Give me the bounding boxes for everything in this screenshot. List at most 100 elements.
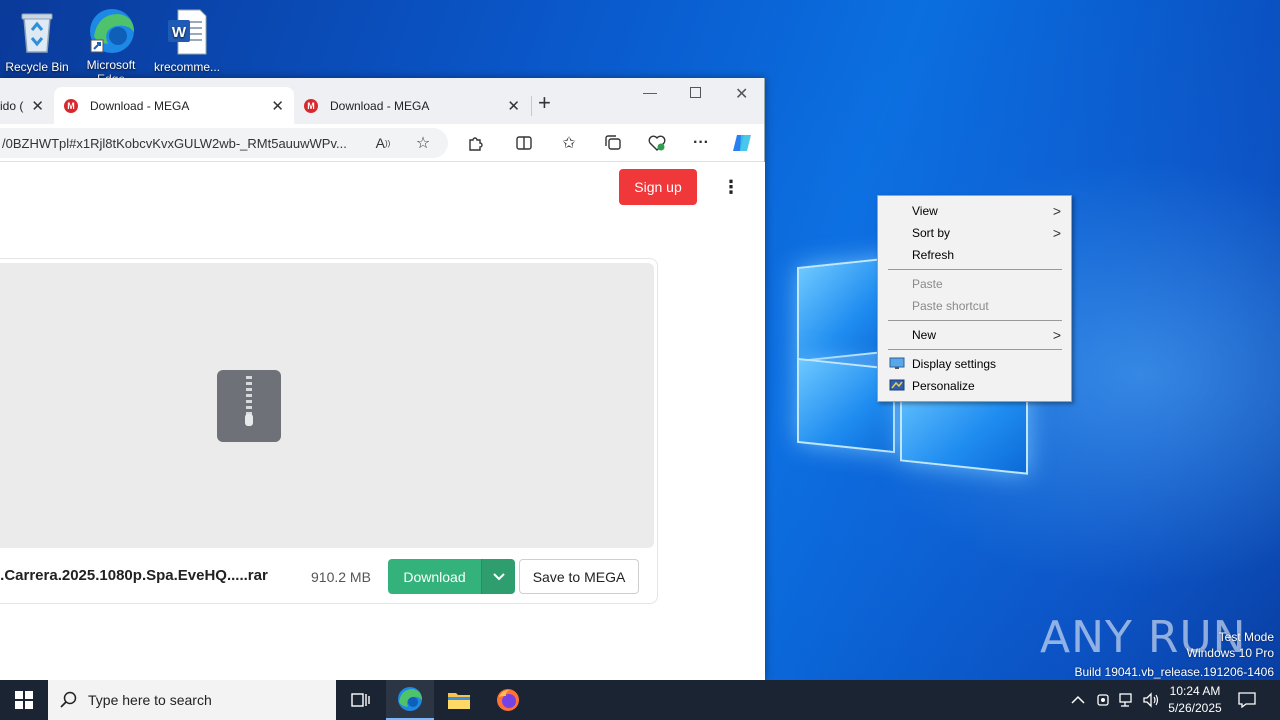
svg-text:W: W xyxy=(172,24,187,41)
folder-icon xyxy=(448,693,470,709)
file-size: 910.2 MB xyxy=(311,569,371,585)
tray-chevron-up-icon[interactable] xyxy=(1071,680,1085,720)
menu-item-display-settings[interactable]: Display settings xyxy=(880,353,1069,375)
watermark-build: Build 19041.vb_release.191206-1406 xyxy=(1074,665,1275,679)
menu-item-label: Display settings xyxy=(912,357,997,371)
read-aloud-icon[interactable]: A)) xyxy=(372,132,394,154)
favorite-star-icon[interactable]: ☆ xyxy=(412,132,434,154)
menu-item-sort-by[interactable]: Sort by > xyxy=(880,222,1069,244)
file-preview xyxy=(0,263,654,548)
search-icon xyxy=(60,691,78,712)
menu-item-new[interactable]: New > xyxy=(880,324,1069,346)
tray-device-icon[interactable] xyxy=(1095,680,1111,720)
mega-logo-icon: M xyxy=(64,98,78,113)
menu-item-label: Paste shortcut xyxy=(912,299,989,313)
chevron-right-icon: > xyxy=(1052,225,1061,241)
menu-separator xyxy=(888,349,1062,350)
word-document-icon: W xyxy=(164,8,210,56)
task-view-icon xyxy=(351,693,370,707)
taskbar-search-box[interactable]: Type here to search xyxy=(48,680,336,720)
menu-item-personalize[interactable]: Personalize xyxy=(880,375,1069,397)
desktop-context-menu: View > Sort by > Refresh Paste Paste sho… xyxy=(877,195,1072,402)
edge-icon xyxy=(88,6,134,54)
save-to-mega-button[interactable]: Save to MEGA xyxy=(519,559,639,594)
windows-logo-icon xyxy=(15,691,33,709)
recycle-bin-icon xyxy=(14,8,60,56)
taskbar-edge-button[interactable] xyxy=(386,680,434,720)
desktop-icon-label: Recycle Bin xyxy=(5,60,69,74)
taskbar-file-explorer-button[interactable] xyxy=(435,680,483,720)
close-tab-icon[interactable]: ✕ xyxy=(271,97,284,115)
chevron-right-icon: > xyxy=(1052,203,1061,219)
desktop-icon-recycle-bin[interactable]: Recycle Bin xyxy=(0,8,76,74)
split-screen-icon[interactable] xyxy=(513,132,535,154)
menu-item-view[interactable]: View > xyxy=(880,200,1069,222)
tab-inactive[interactable]: M Download - MEGA ✕ xyxy=(294,87,530,124)
favorites-icon[interactable]: ✩ xyxy=(558,132,580,154)
tab-partial[interactable]: ido ( ✕ xyxy=(0,87,54,124)
start-button[interactable] xyxy=(0,680,48,720)
edge-icon xyxy=(398,687,422,711)
new-tab-icon[interactable]: + xyxy=(538,90,551,116)
minimize-icon[interactable]: — xyxy=(643,84,657,100)
chevron-down-icon[interactable] xyxy=(481,559,515,594)
menu-separator xyxy=(888,320,1062,321)
menu-item-paste-shortcut[interactable]: Paste shortcut xyxy=(880,295,1069,317)
taskbar-firefox-button[interactable] xyxy=(484,680,532,720)
menu-item-refresh[interactable]: Refresh xyxy=(880,244,1069,266)
mega-logo-icon: M xyxy=(304,98,318,113)
maximize-icon[interactable] xyxy=(690,87,701,98)
watermark-test-mode: Test Mode xyxy=(1218,630,1274,644)
kebab-menu-icon[interactable]: ⋮ xyxy=(722,177,740,197)
menu-item-paste[interactable]: Paste xyxy=(880,273,1069,295)
tab-title: Download - MEGA xyxy=(90,98,190,113)
zip-archive-icon xyxy=(217,370,281,442)
download-button[interactable]: Download xyxy=(388,559,481,594)
close-tab-icon[interactable]: ✕ xyxy=(31,97,44,115)
close-tab-icon[interactable]: ✕ xyxy=(507,97,520,115)
file-name: o.Carrera.2025.1080p.Spa.EveHQ.....rar xyxy=(0,567,268,584)
sign-up-button[interactable]: Sign up xyxy=(619,169,697,205)
tab-active[interactable]: M Download - MEGA ✕ xyxy=(54,87,294,124)
task-view-button[interactable] xyxy=(336,680,384,720)
volume-icon[interactable] xyxy=(1142,680,1160,720)
mega-page: Sign up ⋮ o.Carrera.2025.1080p.Spa.EveHQ… xyxy=(0,162,765,680)
display-settings-icon xyxy=(889,357,905,370)
clock-time: 10:24 AM xyxy=(1169,684,1221,698)
extensions-icon[interactable] xyxy=(465,132,487,154)
chevron-right-icon: > xyxy=(1052,327,1061,343)
desktop-icon-edge[interactable]: Microsoft Edge xyxy=(72,6,150,80)
tab-strip: ido ( ✕ M Download - MEGA ✕ M Download -… xyxy=(0,78,764,124)
address-toolbar: /0BZHWTpl#x1Rjl8tKobcvKvxGULW2wb-_RMt5au… xyxy=(0,124,764,162)
clock-date: 5/26/2025 xyxy=(1168,701,1222,715)
menu-item-label: View xyxy=(912,204,938,218)
file-card: o.Carrera.2025.1080p.Spa.EveHQ.....rar 9… xyxy=(0,258,658,604)
close-window-icon[interactable]: ✕ xyxy=(735,84,748,104)
desktop-icon-word-doc[interactable]: W krecomme... xyxy=(148,8,226,74)
notifications-icon[interactable] xyxy=(1238,680,1256,720)
tab-title: Download - MEGA xyxy=(330,98,430,113)
search-placeholder: Type here to search xyxy=(88,692,212,708)
network-icon[interactable] xyxy=(1119,680,1135,720)
tab-title: ido ( xyxy=(0,98,24,113)
personalize-icon xyxy=(889,379,905,392)
tab-separator xyxy=(531,96,532,116)
copilot-icon[interactable] xyxy=(731,132,753,154)
menu-item-label: Personalize xyxy=(912,379,975,393)
menu-separator xyxy=(888,269,1062,270)
collections-icon[interactable] xyxy=(602,132,624,154)
edge-browser-window[interactable]: ido ( ✕ M Download - MEGA ✕ M Download -… xyxy=(0,78,765,680)
url-text: /0BZHWTpl#x1Rjl8tKobcvKvxGULW2wb-_RMt5au… xyxy=(2,135,347,151)
more-options-icon[interactable]: ··· xyxy=(690,132,712,154)
firefox-icon xyxy=(497,689,519,711)
menu-item-label: New xyxy=(912,328,937,342)
menu-item-label: Paste xyxy=(912,277,943,291)
desktop-icon-label: Microsoft Edge xyxy=(86,58,136,80)
taskbar: Type here to search 10:24 AM 5/26/2025 xyxy=(0,680,1280,720)
desktop[interactable]: Recycle Bin Microsoft Edge W krecomme...… xyxy=(0,0,1280,680)
menu-item-label: Sort by xyxy=(912,226,951,240)
taskbar-clock[interactable]: 10:24 AM 5/26/2025 xyxy=(1160,683,1230,717)
menu-item-label: Refresh xyxy=(912,248,955,262)
desktop-icon-label: krecomme... xyxy=(153,60,220,74)
browser-essentials-icon[interactable] xyxy=(646,132,668,154)
